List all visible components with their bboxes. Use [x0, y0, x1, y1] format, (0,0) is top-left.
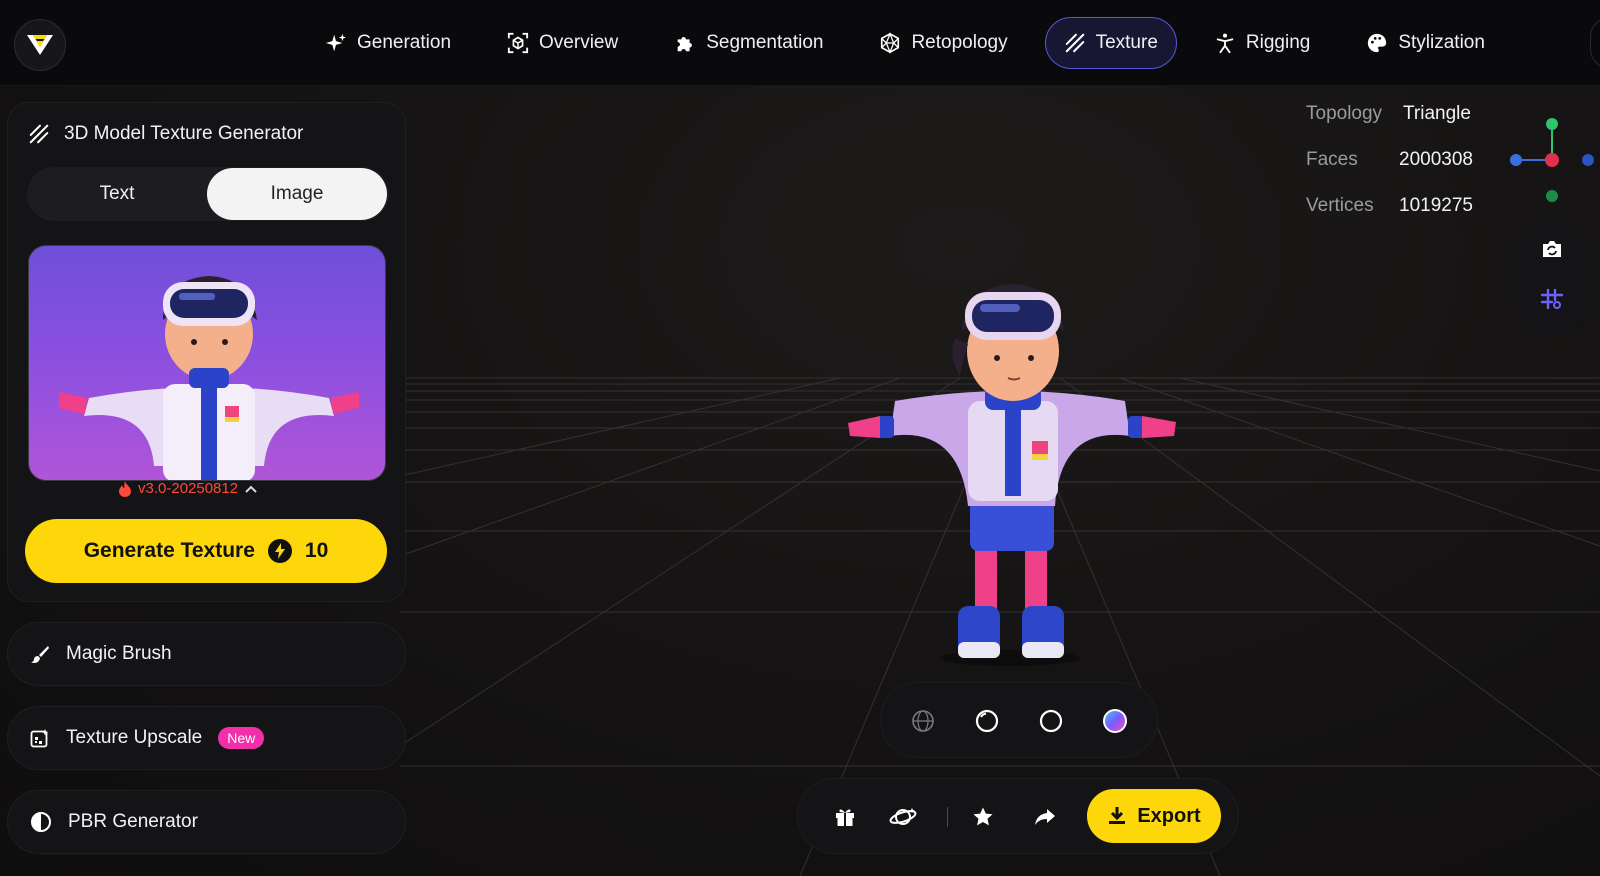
input-mode-tabs: Text Image — [27, 167, 389, 221]
topology-label: Topology — [1306, 103, 1383, 124]
chevron-up-icon — [245, 485, 257, 493]
faces-info: Faces — [1306, 149, 1358, 171]
axis-gizmo[interactable] — [1508, 112, 1600, 208]
top-navigation-bar: Generation Overview Segmentation Retopol… — [0, 0, 1600, 86]
export-button[interactable]: Export — [1087, 789, 1221, 843]
nav-segmentation[interactable]: Segmentation — [655, 17, 842, 69]
brush-icon — [31, 646, 49, 663]
gift-button[interactable] — [828, 800, 862, 834]
solid-sphere-icon — [1039, 709, 1063, 733]
viewport-tools — [1516, 214, 1588, 336]
textured-sphere-icon — [1103, 709, 1127, 733]
topology-value: Triangle — [1403, 103, 1471, 124]
vertices-label: Vertices — [1306, 195, 1374, 216]
topology-info: Topology — [1306, 103, 1382, 125]
nav-retopology[interactable]: Retopology — [860, 17, 1026, 69]
nav-label: Rigging — [1245, 32, 1311, 53]
generate-label: Generate Texture — [83, 539, 255, 562]
figure-icon — [1216, 33, 1234, 54]
action-bar: Export — [797, 778, 1239, 854]
matcap-mode-button[interactable] — [1033, 703, 1069, 739]
vertices-value-wrap: 1019275 — [1399, 195, 1473, 217]
version-label: v3.0-20250812 — [138, 480, 239, 497]
logo-icon — [27, 35, 53, 55]
download-icon — [1109, 807, 1126, 824]
nav-rigging[interactable]: Rigging — [1195, 17, 1329, 69]
nav-texture[interactable]: Texture — [1044, 17, 1177, 69]
nav-overview[interactable]: Overview — [488, 17, 637, 69]
grid-hash-icon — [1540, 288, 1564, 310]
hatch-icon — [29, 124, 49, 144]
reference-image — [59, 276, 359, 480]
magic-brush-card[interactable]: Magic Brush — [7, 622, 406, 686]
nav-label: Generation — [357, 32, 452, 53]
palette-icon — [1368, 33, 1387, 53]
favorite-button[interactable] — [966, 800, 1000, 834]
flame-icon — [119, 480, 131, 497]
export-label: Export — [1137, 804, 1201, 827]
reference-image-preview[interactable] — [28, 245, 386, 481]
camera-rotate-icon — [1543, 241, 1561, 257]
polyhedron-icon — [881, 32, 900, 54]
faces-value: 2000308 — [1399, 149, 1473, 170]
scene-button[interactable] — [886, 800, 920, 834]
main-nav: Generation Overview Segmentation Retopol… — [306, 17, 1522, 69]
camera-reset-button[interactable] — [1540, 238, 1564, 260]
nav-generation[interactable]: Generation — [306, 17, 470, 69]
nav-label: Retopology — [911, 32, 1008, 53]
planet-icon — [889, 808, 917, 825]
new-badge: New — [218, 727, 265, 749]
gift-icon — [836, 809, 854, 826]
hatch-icon — [1065, 33, 1084, 53]
clay-sphere-icon — [975, 709, 999, 733]
upscale-icon — [30, 729, 49, 748]
tab-text[interactable]: Text — [27, 167, 207, 221]
action-divider — [947, 807, 948, 827]
texture-upscale-label: Texture Upscale — [66, 727, 203, 748]
wireframe-mode-button[interactable] — [905, 703, 941, 739]
vertices-info: Vertices — [1306, 195, 1374, 217]
puzzle-icon — [677, 37, 693, 52]
app-logo[interactable] — [14, 19, 66, 71]
nav-stylization[interactable]: Stylization — [1347, 17, 1504, 69]
nav-label: Overview — [539, 32, 619, 53]
nav-label: Stylization — [1398, 32, 1485, 53]
nav-label: Segmentation — [706, 32, 824, 53]
share-button[interactable] — [1028, 800, 1062, 834]
grid-settings-button[interactable] — [1540, 288, 1564, 310]
clay-mode-button[interactable] — [969, 703, 1005, 739]
model-version-selector[interactable]: v3.0-20250812 — [118, 480, 258, 497]
star-icon — [973, 807, 993, 826]
magic-brush-label: Magic Brush — [66, 643, 172, 664]
render-mode-bar — [880, 682, 1158, 758]
texture-upscale-card[interactable]: Texture Upscale New — [7, 706, 406, 770]
half-circle-icon — [31, 812, 51, 832]
pbr-generator-label: PBR Generator — [68, 811, 198, 832]
lightning-credit-icon — [267, 539, 292, 563]
pbr-generator-card[interactable]: PBR Generator — [7, 790, 406, 854]
panel-header: 3D Model Texture Generator — [28, 123, 303, 145]
cube-scan-icon — [507, 32, 529, 54]
share-arrow-icon — [1035, 809, 1055, 825]
generate-texture-button[interactable]: Generate Texture 10 — [25, 519, 387, 583]
vertices-value: 1019275 — [1399, 195, 1473, 216]
generate-cost: 10 — [304, 539, 329, 562]
panel-title: 3D Model Texture Generator — [64, 123, 304, 144]
faces-value-wrap: 2000308 — [1399, 149, 1473, 171]
sparkle-icon — [325, 33, 347, 52]
nav-label: Texture — [1095, 32, 1158, 53]
wireframe-sphere-icon — [912, 710, 934, 732]
3d-character-model — [848, 284, 1176, 666]
tab-image[interactable]: Image — [207, 168, 387, 220]
textured-mode-button[interactable] — [1097, 703, 1133, 739]
topology-value-wrap: Triangle — [1403, 103, 1471, 125]
nav-overflow-button[interactable] — [1590, 17, 1600, 69]
faces-label: Faces — [1306, 149, 1358, 170]
